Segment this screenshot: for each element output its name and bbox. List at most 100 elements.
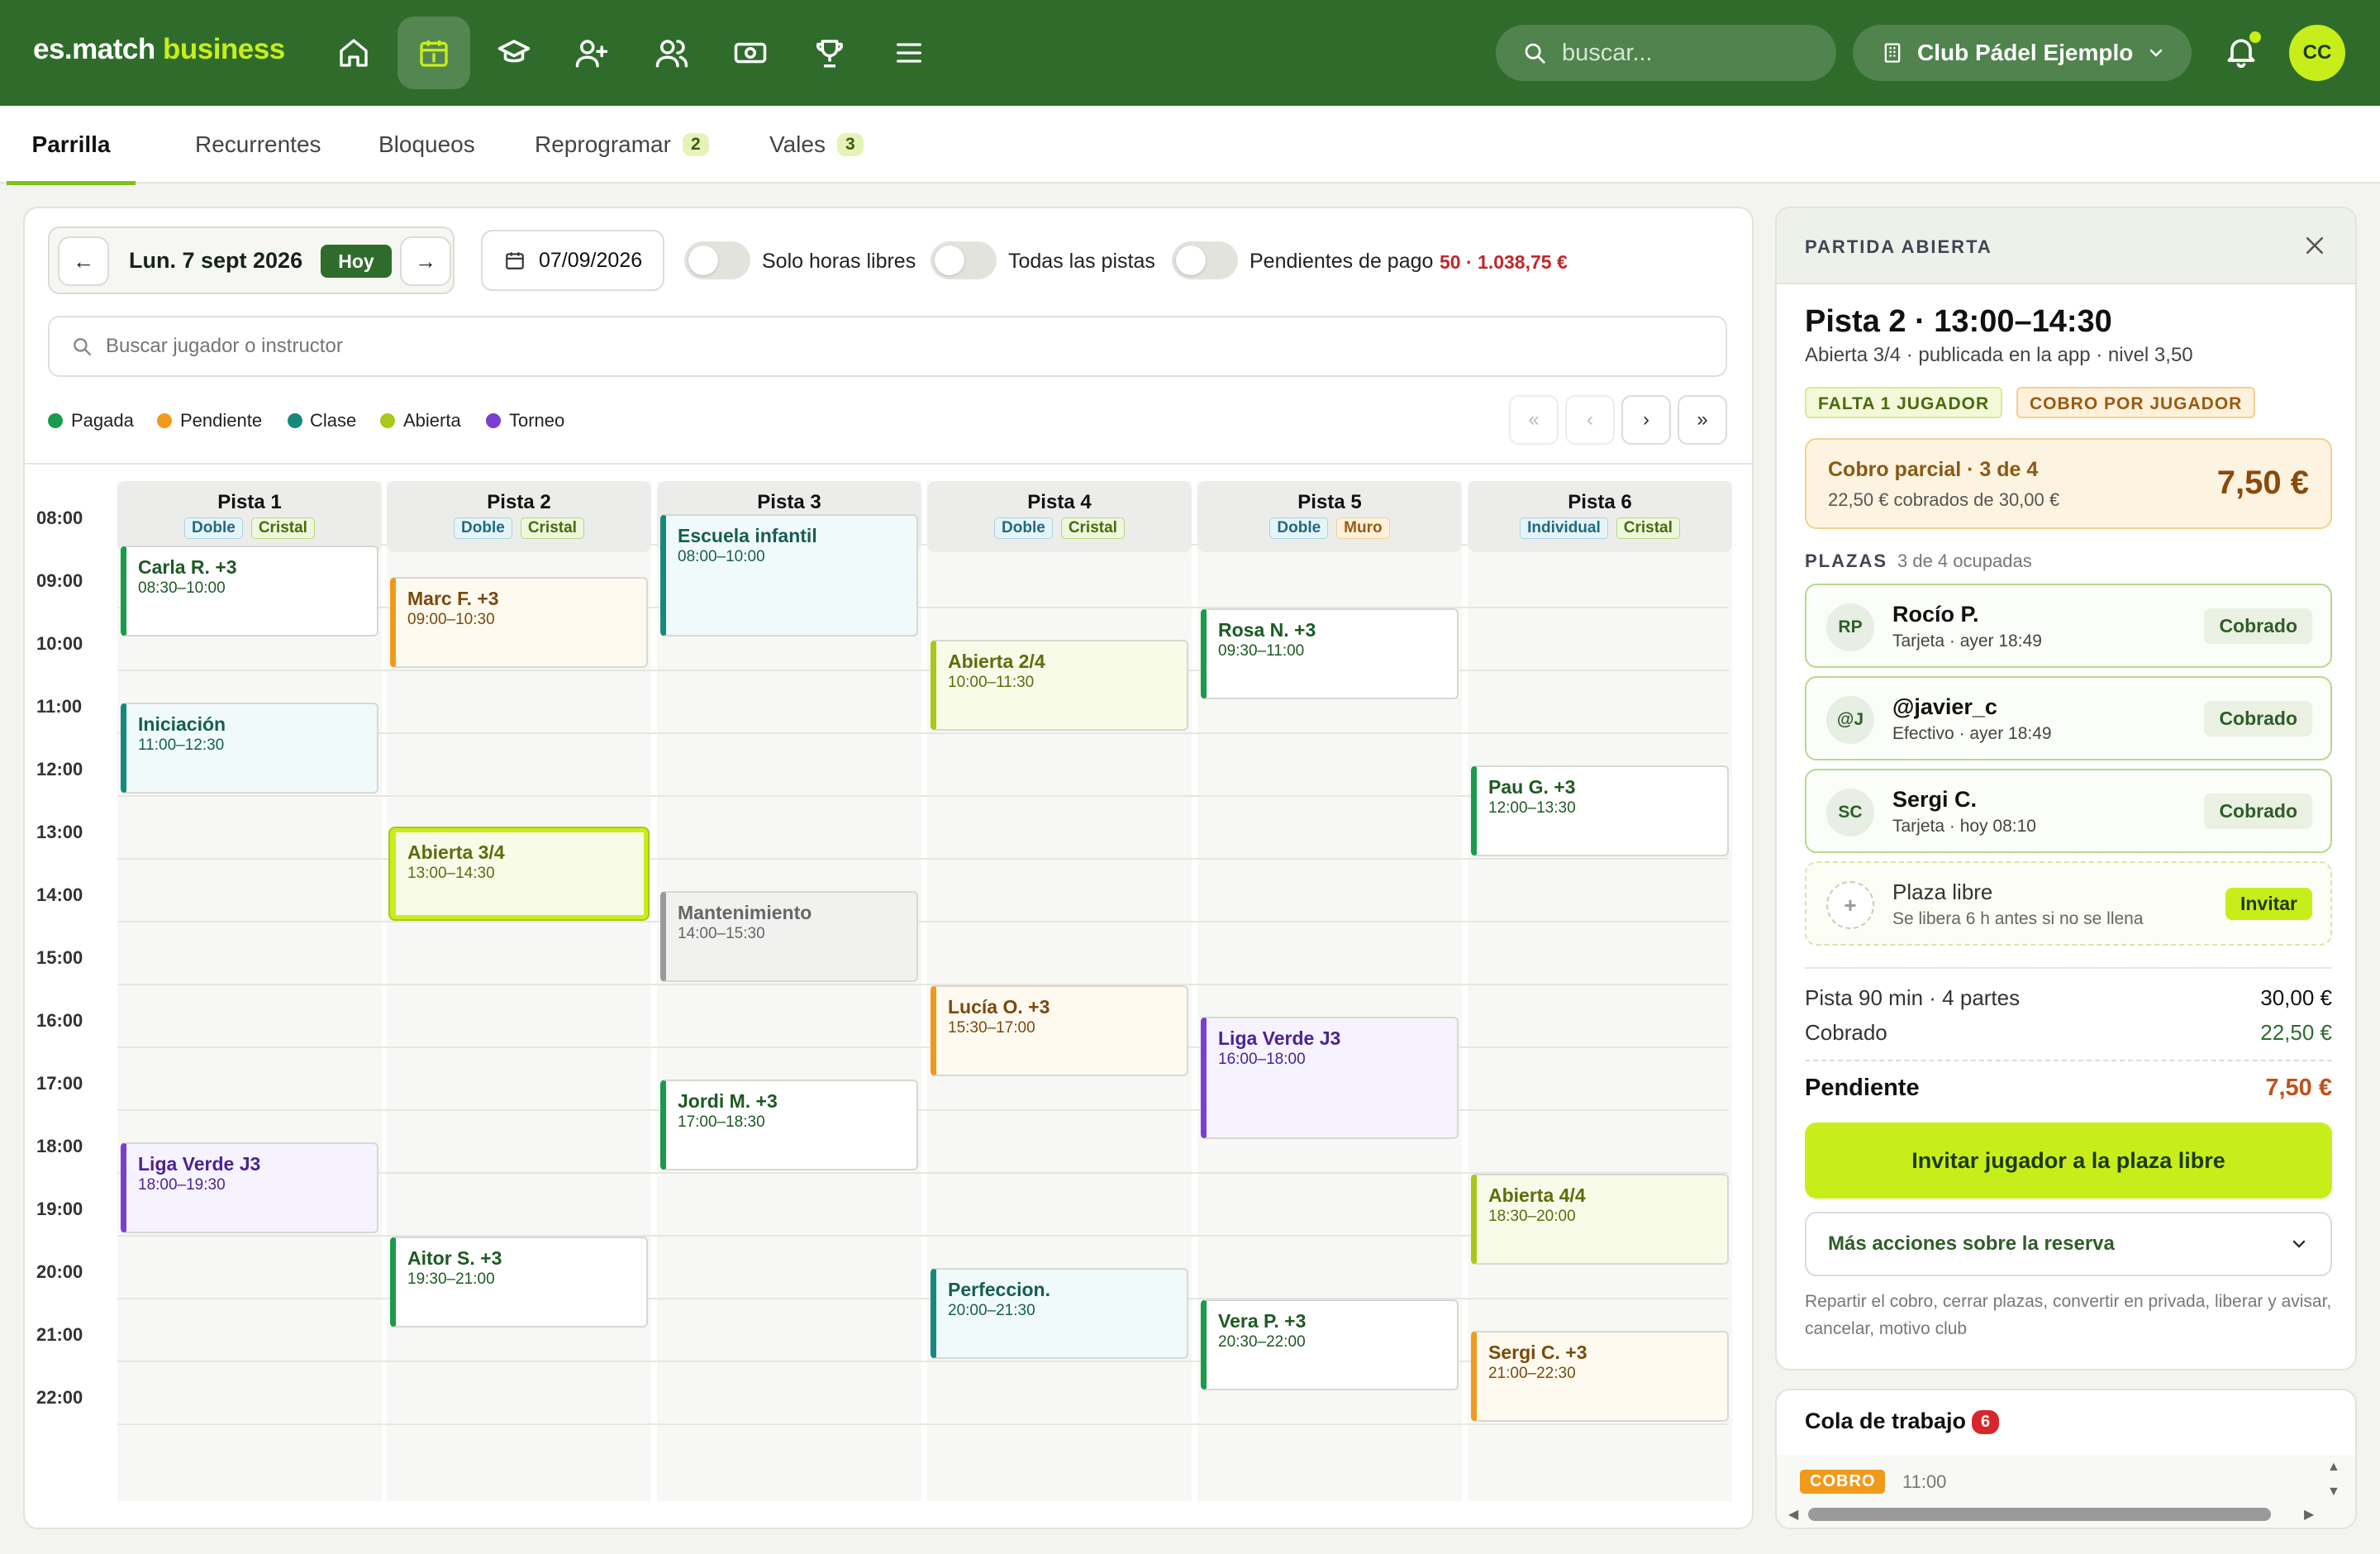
booking-block[interactable]: Aitor S. +3 19:30–21:00 <box>390 1237 648 1328</box>
money-icon[interactable] <box>714 17 787 89</box>
tab-vales[interactable]: Vales 3 <box>769 106 864 184</box>
tab-reprogramar[interactable]: Reprogramar 2 <box>535 106 709 184</box>
booking-time: 18:30–20:00 <box>1488 1208 1576 1225</box>
free-slot[interactable]: + Plaza libre Se libera 6 h antes si no … <box>1805 861 2332 946</box>
booking-title: Carla R. +3 <box>138 556 237 578</box>
booking-title: Abierta 3/4 <box>407 841 505 863</box>
search-small-icon <box>71 336 93 357</box>
prev-day-button[interactable]: ← <box>58 236 109 286</box>
booking-block[interactable]: Vera P. +3 20:30–22:00 <box>1201 1299 1459 1390</box>
player-slot[interactable]: SC Sergi C. Tarjeta · hoy 08:10 Cobrado <box>1805 769 2332 853</box>
search-input[interactable] <box>1562 39 1810 67</box>
first-page-button[interactable]: « <box>1509 395 1559 445</box>
booking-block[interactable]: Mantenimiento 14:00–15:30 <box>660 891 918 982</box>
vales-count-badge: 3 <box>836 133 864 156</box>
invite-player-cta[interactable]: Invitar jugador a la plaza libre <box>1805 1123 2332 1199</box>
scroll-right-arrow[interactable]: ▶ <box>2304 1506 2314 1523</box>
toggle-pending-payment[interactable] <box>1172 241 1238 279</box>
graduation-cap-icon[interactable] <box>478 17 550 89</box>
panel-subtitle: Abierta 3/4 · publicada en la app · nive… <box>1805 344 2193 366</box>
player-slot[interactable]: RP Rocío P. Tarjeta · ayer 18:49 Cobrado <box>1805 584 2332 668</box>
player-search[interactable] <box>48 316 1727 377</box>
last-page-button[interactable]: » <box>1678 395 1727 445</box>
pending-row: Pendiente 7,50 € <box>1805 1075 2332 1101</box>
menu-icon[interactable] <box>873 17 945 89</box>
booking-time: 20:30–22:00 <box>1218 1333 1306 1351</box>
invite-button[interactable]: Invitar <box>2225 888 2312 920</box>
booking-time: 08:30–10:00 <box>138 579 226 597</box>
work-queue-title: Cola de trabajo <box>1805 1409 1967 1433</box>
booking-time: 08:00–10:00 <box>678 548 765 565</box>
player-name: Rocío P. <box>1892 602 1979 627</box>
club-selector[interactable]: Club Pádel Ejemplo <box>1853 25 2192 81</box>
date-picker[interactable]: 07/09/2026 <box>481 230 664 291</box>
next-page-button[interactable]: › <box>1621 395 1671 445</box>
legend-dot-tournament <box>486 413 501 428</box>
scroll-up-arrow[interactable]: ▲ <box>2327 1460 2340 1475</box>
charged-row: Cobrado 22,50 € <box>1805 1020 2332 1045</box>
today-button[interactable]: Hoy <box>321 245 392 278</box>
partial-charge-title: Cobro parcial · 3 de 4 <box>1828 458 2039 481</box>
booking-block[interactable]: Iniciación 11:00–12:30 <box>121 703 378 794</box>
calendar-icon[interactable] <box>397 17 470 89</box>
booking-block[interactable]: Abierta 2/4 10:00–11:30 <box>931 640 1188 731</box>
player-slot[interactable]: @J @javier_c Efectivo · ayer 18:49 Cobra… <box>1805 676 2332 760</box>
chevron-down-icon <box>2289 1234 2309 1254</box>
horizontal-scrollbar[interactable] <box>1808 1508 2271 1521</box>
close-icon[interactable] <box>2302 233 2327 258</box>
player-payment-detail: Efectivo · ayer 18:49 <box>1892 724 2052 743</box>
player-avatar: @J <box>1826 696 1874 744</box>
booking-block[interactable]: Abierta 3/4 13:00–14:30 <box>390 828 648 919</box>
scroll-left-arrow[interactable]: ◀ <box>1788 1506 1798 1523</box>
legend-open: Abierta <box>403 410 461 431</box>
scroll-down-arrow[interactable]: ▼ <box>2327 1485 2340 1499</box>
legend-dot-pending <box>157 413 172 428</box>
booking-title: Lucía O. +3 <box>948 996 1050 1018</box>
booking-block[interactable]: Pau G. +3 12:00–13:30 <box>1471 765 1729 856</box>
tab-bar: Parrilla Recurrentes Bloqueos Reprograma… <box>0 106 2380 185</box>
current-date-label: Lun. 7 sept 2026 <box>129 248 303 273</box>
player-status-badge: Cobrado <box>2204 701 2312 736</box>
notifications-bell-icon[interactable] <box>2223 31 2264 74</box>
toggle-all-courts[interactable] <box>931 241 997 279</box>
booking-block[interactable]: Abierta 4/4 18:30–20:00 <box>1471 1174 1729 1265</box>
trophy-icon[interactable] <box>793 17 866 89</box>
more-actions-help: Repartir el cobro, cerrar plazas, conver… <box>1805 1292 2332 1338</box>
booking-block[interactable]: Rosa N. +3 09:30–11:00 <box>1201 608 1459 699</box>
tab-recurrentes[interactable]: Recurrentes <box>195 106 321 184</box>
player-search-input[interactable] <box>106 335 1593 358</box>
add-user-icon[interactable] <box>555 17 628 89</box>
booking-title: Rosa N. +3 <box>1218 619 1316 641</box>
booking-block[interactable]: Sergi C. +3 21:00–22:30 <box>1471 1331 1729 1422</box>
booking-time: 09:30–11:00 <box>1218 642 1305 660</box>
booking-block[interactable]: Escuela infantil 08:00–10:00 <box>660 514 918 636</box>
toggle-free-hours[interactable] <box>684 241 750 279</box>
prev-page-button[interactable]: ‹ <box>1565 395 1615 445</box>
users-icon[interactable] <box>635 17 708 89</box>
booking-block[interactable]: Lucía O. +3 15:30–17:00 <box>931 985 1188 1076</box>
tab-bloqueos[interactable]: Bloqueos <box>378 106 475 184</box>
tab-parrilla[interactable]: Parrilla <box>7 106 136 185</box>
reprogramar-count-badge: 2 <box>682 133 709 156</box>
home-icon[interactable] <box>317 17 390 89</box>
booking-block[interactable]: Marc F. +3 09:00–10:30 <box>390 577 648 668</box>
booking-block[interactable]: Jordi M. +3 17:00–18:30 <box>660 1080 918 1170</box>
brand-logo[interactable]: es.match business <box>33 33 285 66</box>
date-value: 07/09/2026 <box>539 248 643 272</box>
booking-title: Pau G. +3 <box>1488 776 1576 798</box>
booking-block[interactable]: Liga Verde J3 16:00–18:00 <box>1201 1017 1459 1139</box>
next-day-button[interactable]: → <box>400 236 451 286</box>
player-name: Sergi C. <box>1892 787 1978 812</box>
booking-title: Iniciación <box>138 713 226 735</box>
player-avatar: SC <box>1826 789 1874 837</box>
booking-time: 20:00–21:30 <box>948 1302 1035 1319</box>
booking-block[interactable]: Perfeccion. 20:00–21:30 <box>931 1268 1188 1359</box>
booking-block[interactable]: Carla R. +3 08:30–10:00 <box>121 546 378 636</box>
more-actions-dropdown[interactable]: Más acciones sobre la reserva <box>1805 1212 2332 1276</box>
chevron-down-icon <box>2146 43 2166 63</box>
booking-block[interactable]: Liga Verde J3 18:00–19:30 <box>121 1142 378 1233</box>
global-search[interactable] <box>1496 25 1836 81</box>
user-avatar[interactable]: CC <box>2289 25 2345 81</box>
queue-item-tag: COBRO <box>1800 1470 1886 1494</box>
booking-time: 19:30–21:00 <box>407 1270 495 1288</box>
